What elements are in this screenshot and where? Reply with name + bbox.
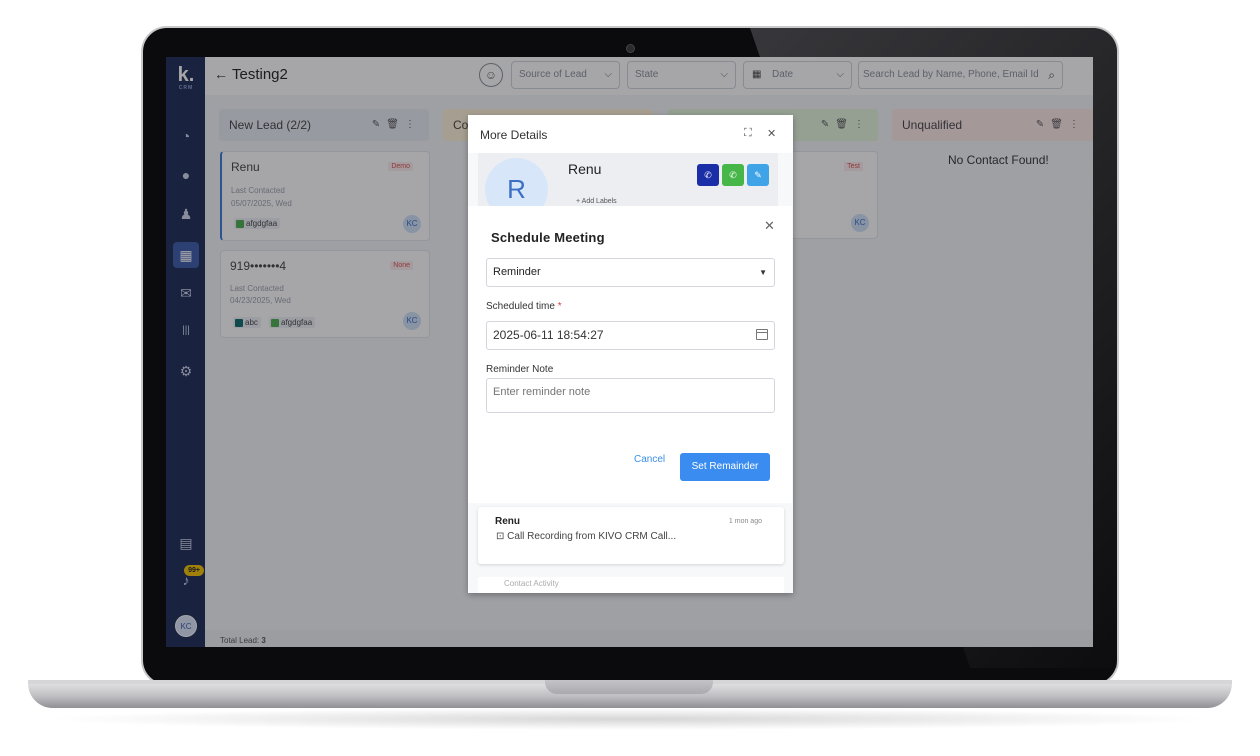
activity-text: Call Recording from KIVO CRM Call...: [507, 531, 677, 542]
activity-time: 1 mon ago: [728, 518, 762, 525]
laptop-shadow: [40, 708, 1220, 730]
schedule-meeting-modal: ✕ Schedule Meeting Reminder ▼ Scheduled …: [468, 206, 792, 503]
app-screen: ← Testing2 ☺ Source of Lead ⌵ State ⌵ ▦ Da…: [166, 57, 1093, 647]
edit-icon[interactable]: ✎: [747, 164, 769, 186]
add-labels-button[interactable]: + Add Labels: [576, 198, 617, 205]
contact-name: Renu: [568, 161, 602, 177]
close-icon[interactable]: ✕: [764, 218, 775, 234]
cancel-button[interactable]: Cancel: [634, 454, 665, 465]
panel-title: More Details: [480, 128, 548, 142]
meeting-type-value: Reminder: [493, 266, 541, 278]
close-icon[interactable]: ✕: [767, 127, 776, 140]
scheduled-time-value: 2025-06-11 18:54:27: [493, 328, 604, 342]
reminder-note-input[interactable]: [486, 378, 775, 413]
caret-down-icon: ▼: [759, 268, 767, 277]
scheduled-time-input[interactable]: 2025-06-11 18:54:27: [486, 321, 775, 350]
expand-icon[interactable]: ⛶: [744, 127, 752, 140]
scheduled-time-label: Scheduled time *: [486, 301, 562, 312]
contact-activity-section: Contact Activity: [478, 577, 784, 593]
calendar-icon[interactable]: [756, 329, 768, 340]
activity-author: Renu: [495, 516, 520, 527]
camera-icon: [626, 44, 635, 53]
set-reminder-button[interactable]: Set Remainder: [680, 453, 770, 481]
meeting-type-select[interactable]: Reminder ▼: [486, 258, 775, 287]
activity-message: ⊡ Call Recording from KIVO CRM Call...: [496, 531, 676, 542]
lock-icon: ⊡: [496, 531, 508, 542]
laptop-notch: [545, 680, 713, 694]
modal-title: Schedule Meeting: [491, 230, 605, 245]
activity-item[interactable]: Renu 1 mon ago ⊡ Call Recording from KIV…: [478, 507, 784, 564]
phone-call-icon[interactable]: ✆: [697, 164, 719, 186]
required-mark: *: [557, 301, 562, 312]
whatsapp-call-icon[interactable]: ✆: [722, 164, 744, 186]
reminder-note-label: Reminder Note: [486, 364, 554, 375]
scheduled-time-text: Scheduled time: [486, 301, 555, 312]
